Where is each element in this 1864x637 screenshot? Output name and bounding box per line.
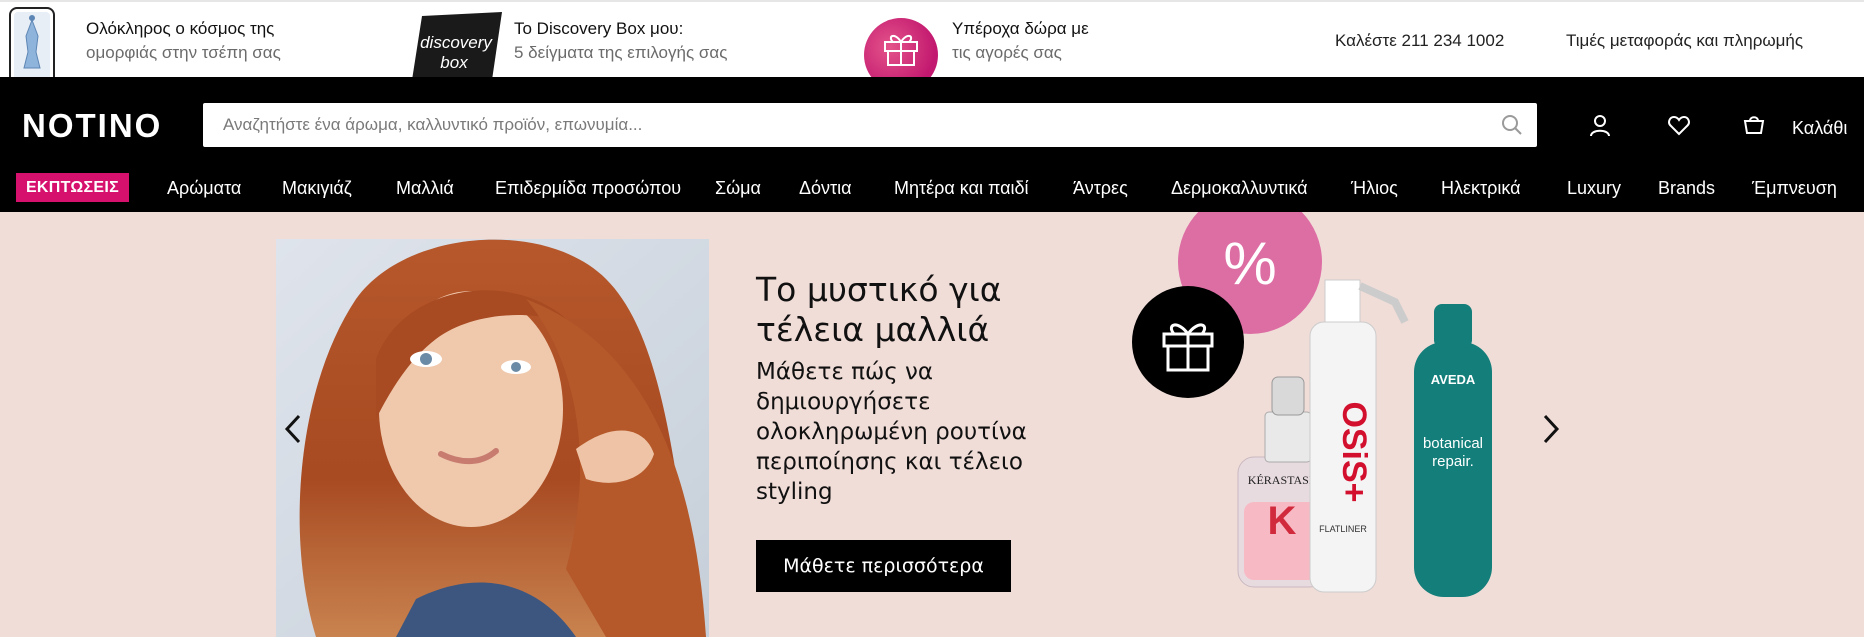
hero-banner[interactable]: Το μυστικό για τέλεια μαλλιά Μάθετε πώς … [0, 212, 1864, 637]
box-text-2: box [440, 53, 468, 72]
nav-item[interactable]: Μητέρα και παιδί [894, 170, 1029, 212]
promo-subtitle: τις αγορές σας [952, 42, 1062, 62]
nav-item[interactable]: Άντρες [1073, 170, 1128, 212]
carousel-prev-arrow-icon[interactable] [282, 412, 304, 446]
promo-app[interactable]: Ολόκληρος ο κόσμος της ομορφιάς στην τσέ… [6, 2, 281, 80]
nav-item[interactable]: Αρώματα [167, 170, 241, 212]
nav-item[interactable]: Luxury [1567, 170, 1621, 212]
nav-item[interactable]: Ήλιος [1351, 170, 1398, 212]
nav-item[interactable]: Brands [1658, 170, 1715, 212]
promo-title: Υπέροχα δώρα με [952, 18, 1089, 38]
promo-gifts[interactable]: Υπέροχα δώρα με τις αγορές σας [864, 2, 1089, 92]
aveda-line-1: botanical [1423, 435, 1483, 452]
shipping-payment-link[interactable]: Τιμές μεταφοράς και πληρωμής [1566, 2, 1803, 79]
osis-label: OSiS+ [1335, 401, 1373, 502]
promo-bar: Ολόκληρος ο κόσμος της ομορφιάς στην τσέ… [0, 0, 1864, 92]
hero-products-image: % KÉRASTASE K OSiS+ FLATLINER AVEDA bota… [1132, 212, 1492, 597]
search-bar[interactable] [203, 103, 1537, 147]
promo-subtitle: 5 δείγματα της επιλογής σας [514, 42, 728, 62]
heart-icon[interactable] [1667, 113, 1691, 137]
osis-sub-label: FLATLINER [1319, 524, 1367, 534]
kerastase-label: KÉRASTASE [1248, 473, 1316, 487]
promo-discovery-box[interactable]: discovery box To Discovery Box μου: 5 δε… [412, 2, 728, 80]
promo-title: Ολόκληρος ο κόσμος της [86, 18, 275, 38]
cart-icon[interactable] [1742, 113, 1766, 137]
carousel-next-arrow-icon[interactable] [1540, 412, 1562, 446]
promo-subtitle: ομορφιάς στην τσέπη σας [86, 42, 281, 62]
nav-item[interactable]: Σώμα [715, 170, 761, 212]
learn-more-button[interactable]: Μάθετε περισσότερα [756, 540, 1011, 592]
cart-label[interactable]: Καλάθι [1792, 118, 1847, 139]
user-icon[interactable] [1588, 113, 1612, 137]
search-icon[interactable] [1501, 114, 1523, 136]
hero-title: Το μυστικό για τέλεια μαλλιά [756, 270, 1002, 349]
call-link[interactable]: Καλέστε 211 234 1002 [1335, 2, 1504, 79]
main-nav: Αρώματα Μακιγιάζ Μαλλιά Επιδερμίδα προσώ… [0, 170, 1864, 212]
hero-description: Μάθετε πώς να δημιουργήσετε ολοκληρωμένη… [756, 359, 1027, 505]
nav-item[interactable]: Δερμοκαλλυντικά [1171, 170, 1308, 212]
nav-item[interactable]: Δόντια [799, 170, 852, 212]
logo-text: NOTINO [22, 107, 162, 143]
nav-item[interactable]: Μαλλιά [396, 170, 454, 212]
notino-logo[interactable]: NOTINO [22, 107, 174, 143]
aveda-label: AVEDA [1431, 372, 1476, 387]
promo-title: To Discovery Box μου: [514, 18, 684, 38]
discovery-box-icon: discovery box [412, 11, 502, 80]
discount-badge: % [1223, 230, 1276, 297]
nav-item[interactable]: Ηλεκτρικά [1441, 170, 1521, 212]
search-input[interactable] [223, 115, 1483, 135]
phone-app-icon [9, 6, 55, 80]
aveda-line-2: repair. [1432, 453, 1474, 470]
nav-item[interactable]: Έμπνευση [1752, 170, 1837, 212]
hero-model-photo [276, 239, 709, 637]
nav-item[interactable]: Επιδερμίδα προσώπου [495, 170, 681, 212]
kerastase-letter: K [1268, 499, 1297, 543]
nav-item[interactable]: Μακιγιάζ [282, 170, 352, 212]
box-text-1: discovery [420, 33, 493, 52]
